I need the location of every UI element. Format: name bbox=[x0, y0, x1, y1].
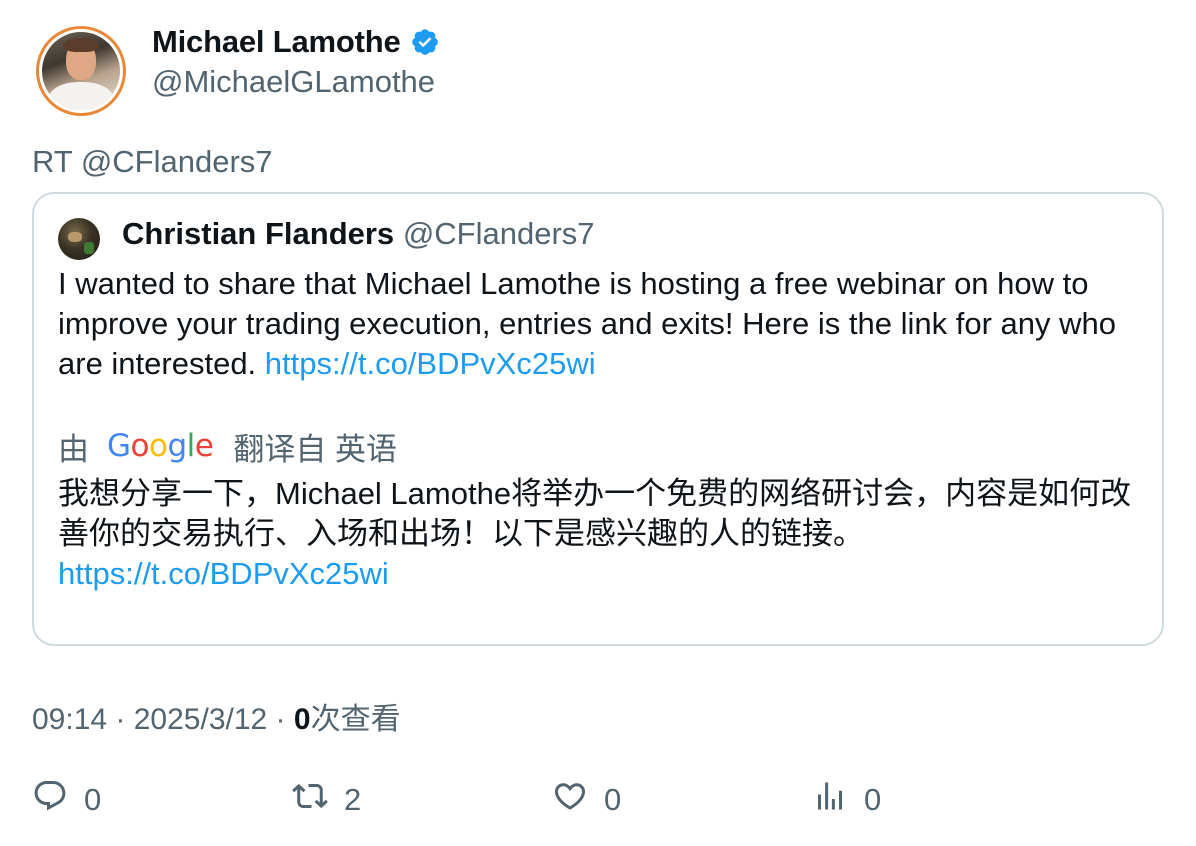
translated-link[interactable]: https://t.co/BDPvXc25wi bbox=[58, 556, 389, 591]
tweet-date[interactable]: 2025/3/12 bbox=[134, 703, 267, 736]
translated-body: 我想分享一下，Michael Lamothe将举办一个免费的网络研讨会，内容是如… bbox=[58, 476, 1132, 551]
retweet-button[interactable]: 2 bbox=[292, 778, 361, 822]
views-label: 次查看 bbox=[310, 703, 401, 736]
translated-by-label: 由 bbox=[58, 431, 89, 467]
translated-from-label[interactable]: 翻译自 英语 bbox=[233, 424, 397, 469]
views-action-count: 0 bbox=[864, 782, 882, 817]
retweet-icon bbox=[292, 778, 328, 822]
author-avatar-image bbox=[42, 32, 120, 110]
heart-icon bbox=[552, 778, 588, 822]
tweet-meta: 09:14 · 2025/3/12 · 0次查看 bbox=[32, 694, 401, 738]
retweet-prefix: RT @CFlanders7 bbox=[32, 144, 273, 179]
action-bar: 0 2 0 0 bbox=[32, 778, 1164, 822]
author-avatar[interactable] bbox=[36, 26, 126, 116]
views-button[interactable]: 0 bbox=[812, 778, 881, 822]
reply-button[interactable]: 0 bbox=[32, 778, 101, 822]
author-name-row: Michael Lamothe bbox=[152, 24, 440, 60]
meta-separator: · bbox=[107, 703, 134, 736]
reply-count: 0 bbox=[84, 782, 102, 817]
meta-separator-2: · bbox=[267, 703, 294, 736]
author-display-name[interactable]: Michael Lamothe bbox=[152, 24, 401, 60]
author-handle[interactable]: @MichaelGLamothe bbox=[152, 64, 435, 100]
tweet-header: Michael Lamothe @MichaelGLamothe bbox=[36, 24, 1156, 116]
quoted-tweet-text: I wanted to share that Michael Lamothe i… bbox=[58, 264, 1148, 384]
translation-attribution: 由 Google 翻译自 英语 bbox=[58, 424, 397, 469]
like-count: 0 bbox=[604, 782, 622, 817]
like-button[interactable]: 0 bbox=[552, 778, 621, 822]
quoted-author-avatar[interactable] bbox=[58, 218, 100, 260]
quoted-author-handle[interactable]: @CFlanders7 bbox=[403, 216, 595, 251]
quoted-tweet-card[interactable]: Christian Flanders @CFlanders7 I wanted … bbox=[32, 192, 1164, 646]
retweet-count: 2 bbox=[344, 782, 362, 817]
quoted-tweet-link[interactable]: https://t.co/BDPvXc25wi bbox=[265, 346, 596, 381]
quoted-author-name[interactable]: Christian Flanders bbox=[122, 216, 394, 251]
tweet-time[interactable]: 09:14 bbox=[32, 703, 107, 736]
views-chart-icon bbox=[812, 778, 848, 822]
google-logo: Google bbox=[107, 428, 214, 464]
views-count: 0 bbox=[293, 703, 311, 736]
translated-text: 我想分享一下，Michael Lamothe将举办一个免费的网络研讨会，内容是如… bbox=[58, 474, 1148, 594]
reply-icon bbox=[32, 778, 68, 822]
quoted-author-row: Christian Flanders @CFlanders7 bbox=[122, 216, 595, 252]
verified-badge-icon[interactable] bbox=[410, 27, 440, 57]
